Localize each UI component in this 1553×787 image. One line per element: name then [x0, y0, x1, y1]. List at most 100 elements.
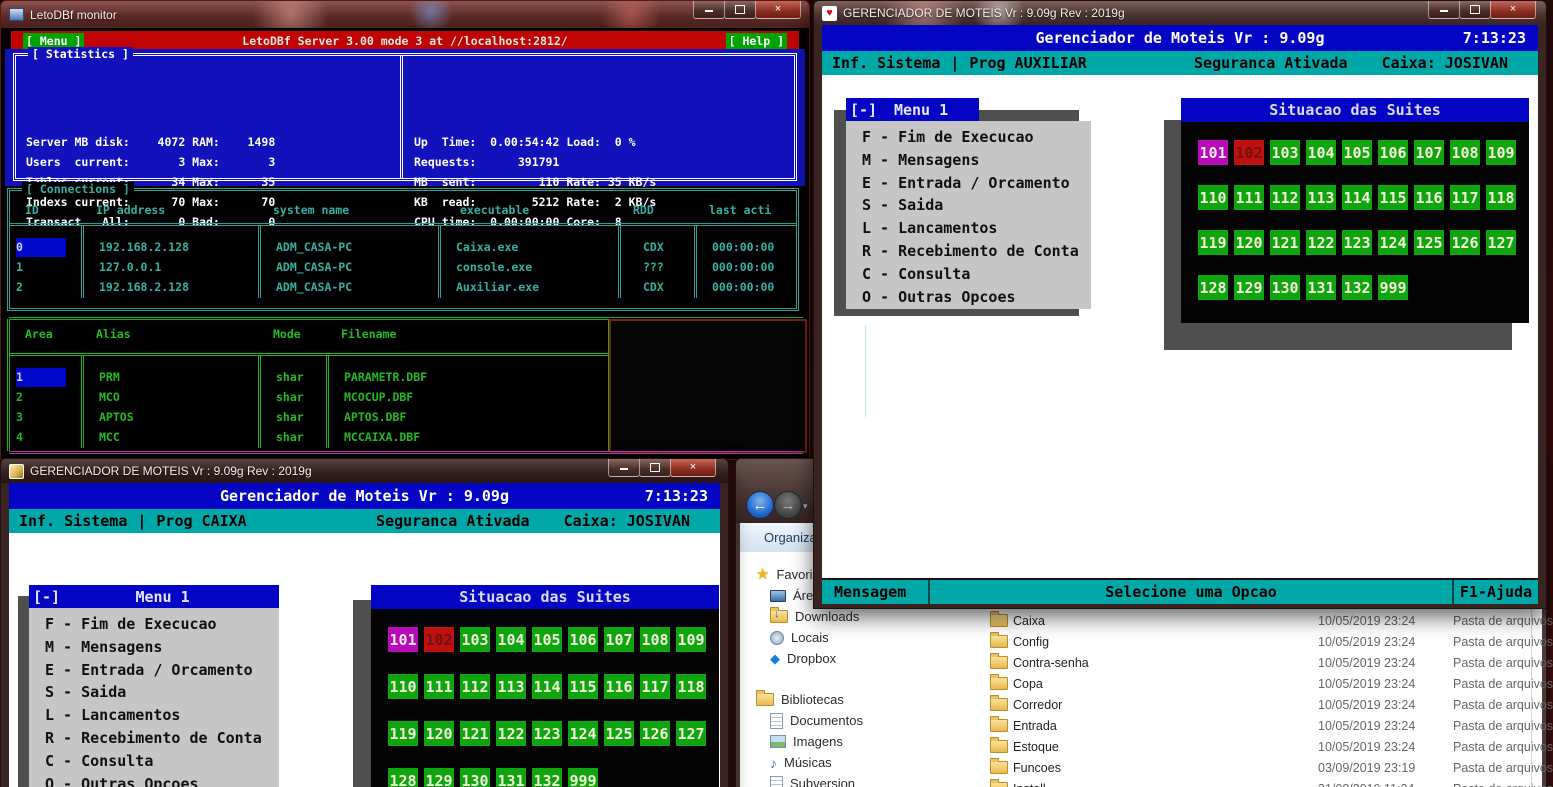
maximize-button[interactable] — [639, 459, 671, 477]
suite-cell[interactable]: 122 — [496, 721, 526, 746]
suite-cell[interactable]: 102 — [424, 627, 454, 652]
menu-item[interactable]: E - Entrada / Orcamento — [29, 659, 279, 682]
connection-row[interactable]: 2 192.168.2.128 ADM_CASA-PC Auxiliar.exe… — [10, 278, 796, 298]
sidebar-item[interactable]: ♪ Músicas — [740, 752, 980, 773]
maximize-button[interactable] — [1459, 1, 1491, 19]
suite-cell[interactable]: 107 — [604, 627, 634, 652]
file-row[interactable]: Install 31/08/2019 11:34 Pasta de arquiv… — [990, 778, 1528, 787]
sidebar-item[interactable]: Documentos — [740, 710, 980, 731]
menu-item[interactable]: F - Fim de Execucao — [846, 126, 1091, 149]
minimize-button[interactable] — [693, 1, 725, 19]
suite-cell[interactable]: 109 — [1486, 140, 1516, 165]
suite-cell[interactable]: 117 — [1450, 185, 1480, 210]
menu-item[interactable]: S - Saida — [29, 681, 279, 704]
suite-cell[interactable]: 131 — [496, 768, 526, 787]
menu-collapse-control[interactable]: [-] — [33, 588, 60, 606]
close-button[interactable]: × — [755, 1, 801, 19]
moteis-auxiliar-titlebar[interactable]: ♥ GERENCIADOR DE MOTEIS Vr : 9.09g Rev :… — [814, 1, 1546, 25]
suite-cell[interactable]: 132 — [532, 768, 562, 787]
maximize-button[interactable] — [724, 1, 756, 19]
menu1-header[interactable]: [-] Menu 1 — [29, 585, 279, 608]
suite-cell[interactable]: 127 — [1486, 230, 1516, 255]
area-row[interactable]: 4 MCC shar MCCAIXA.DBF — [10, 428, 608, 448]
suite-cell[interactable]: 115 — [568, 674, 598, 699]
menu-item[interactable]: O - Outras Opcoes — [29, 773, 279, 787]
sidebar-item-bibliotecas[interactable]: Bibliotecas — [740, 689, 980, 710]
suite-cell[interactable]: 999 — [568, 768, 598, 787]
close-button[interactable]: × — [1490, 1, 1536, 19]
menu-inf-sistema[interactable]: Inf. Sistema — [19, 512, 127, 530]
suite-cell[interactable]: 106 — [568, 627, 598, 652]
minimize-button[interactable] — [1428, 1, 1460, 19]
letodbf-titlebar[interactable]: LetoDBf monitor × — [1, 1, 809, 28]
suite-cell[interactable]: 101 — [388, 627, 418, 652]
suite-cell[interactable]: 119 — [1198, 230, 1228, 255]
file-row[interactable]: Funcoes 03/09/2019 23:19 Pasta de arquiv… — [990, 757, 1528, 778]
file-row[interactable]: Corredor 10/05/2019 23:24 Pasta de arqui… — [990, 694, 1528, 715]
suite-cell[interactable]: 127 — [676, 721, 706, 746]
connection-row[interactable]: 0 192.168.2.128 ADM_CASA-PC Caixa.exe CD… — [10, 238, 796, 258]
area-row[interactable]: 2 MCO shar MCOCUP.DBF — [10, 388, 608, 408]
suite-cell[interactable]: 104 — [496, 627, 526, 652]
menu-prog[interactable]: Prog AUXILIAR — [969, 54, 1086, 72]
suite-cell[interactable]: 105 — [1342, 140, 1372, 165]
menu-item[interactable]: E - Entrada / Orcamento — [846, 172, 1091, 195]
suite-cell[interactable]: 121 — [1270, 230, 1300, 255]
help-button[interactable]: [ Help ] — [726, 33, 787, 49]
suite-cell[interactable]: 124 — [568, 721, 598, 746]
area-row[interactable]: 3 APTOS shar APTOS.DBF — [10, 408, 608, 428]
menu-item[interactable]: M - Mensagens — [846, 149, 1091, 172]
menu1-header[interactable]: [-] Menu 1 — [846, 98, 979, 121]
suite-cell[interactable]: 129 — [424, 768, 454, 787]
suite-cell[interactable]: 120 — [1234, 230, 1264, 255]
suite-cell[interactable]: 104 — [1306, 140, 1336, 165]
suite-cell[interactable]: 107 — [1414, 140, 1444, 165]
moteis-caixa-titlebar[interactable]: GERENCIADOR DE MOTEIS Vr : 9.09g Rev : 2… — [1, 459, 728, 483]
suite-cell[interactable]: 114 — [532, 674, 562, 699]
suite-cell[interactable]: 101 — [1198, 140, 1228, 165]
suite-cell[interactable]: 103 — [460, 627, 490, 652]
suite-cell[interactable]: 118 — [676, 674, 706, 699]
area-row[interactable]: 1 PRM shar PARAMETR.DBF — [10, 368, 608, 388]
menu-item[interactable]: R - Recebimento de Conta — [846, 240, 1091, 263]
menu-prog[interactable]: Prog CAIXA — [156, 512, 246, 530]
menu-collapse-control[interactable]: [-] — [850, 101, 877, 119]
suite-cell[interactable]: 125 — [604, 721, 634, 746]
menu-item[interactable]: L - Lancamentos — [29, 704, 279, 727]
suite-cell[interactable]: 113 — [1306, 185, 1336, 210]
suite-cell[interactable]: 113 — [496, 674, 526, 699]
menu-item[interactable]: S - Saida — [846, 194, 1091, 217]
sidebar-item[interactable]: Imagens — [740, 731, 980, 752]
suite-cell[interactable]: 999 — [1378, 275, 1408, 300]
sidebar-item[interactable]: Downloads — [740, 606, 980, 627]
suite-cell[interactable]: 116 — [1414, 185, 1444, 210]
file-row[interactable]: Estoque 10/05/2019 23:24 Pasta de arquiv… — [990, 736, 1528, 757]
suite-cell[interactable]: 108 — [1450, 140, 1480, 165]
suite-cell[interactable]: 114 — [1342, 185, 1372, 210]
suite-cell[interactable]: 130 — [460, 768, 490, 787]
suite-cell[interactable]: 126 — [1450, 230, 1480, 255]
menu-item[interactable]: C - Consulta — [846, 263, 1091, 286]
suite-cell[interactable]: 128 — [388, 768, 418, 787]
file-row[interactable]: Config 10/05/2019 23:24 Pasta de arquivo… — [990, 631, 1528, 652]
menu-item[interactable]: M - Mensagens — [29, 636, 279, 659]
suite-cell[interactable]: 126 — [640, 721, 670, 746]
file-row[interactable]: Contra-senha 10/05/2019 23:24 Pasta de a… — [990, 652, 1528, 673]
suite-cell[interactable]: 124 — [1378, 230, 1408, 255]
suite-cell[interactable]: 102 — [1234, 140, 1264, 165]
suite-cell[interactable]: 112 — [460, 674, 490, 699]
suite-cell[interactable]: 116 — [604, 674, 634, 699]
suite-cell[interactable]: 109 — [676, 627, 706, 652]
suite-cell[interactable]: 130 — [1270, 275, 1300, 300]
suite-cell[interactable]: 108 — [640, 627, 670, 652]
suite-cell[interactable]: 129 — [1234, 275, 1264, 300]
sidebar-item[interactable]: ◆ Dropbox — [740, 648, 980, 669]
file-row[interactable]: Entrada 10/05/2019 23:24 Pasta de arquiv… — [990, 715, 1528, 736]
suite-cell[interactable]: 110 — [1198, 185, 1228, 210]
suite-cell[interactable]: 123 — [1342, 230, 1372, 255]
sidebar-item[interactable]: Subversion — [740, 773, 980, 787]
menu-item[interactable]: R - Recebimento de Conta — [29, 727, 279, 750]
sidebar-item[interactable]: Locais — [740, 627, 980, 648]
suite-cell[interactable]: 123 — [532, 721, 562, 746]
suite-cell[interactable]: 119 — [388, 721, 418, 746]
